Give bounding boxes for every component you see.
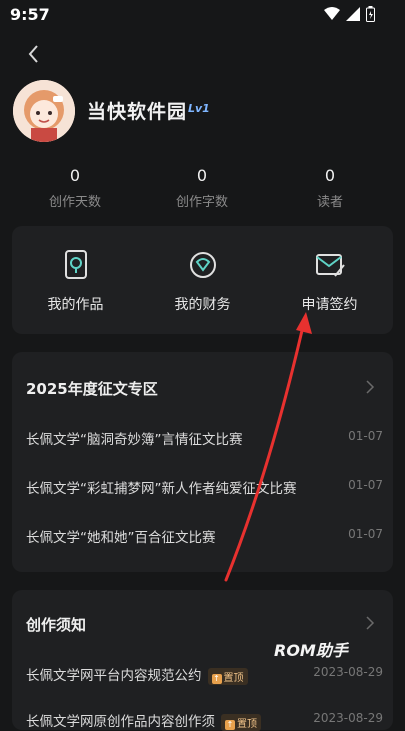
action-label: 我的作品 [47, 297, 104, 313]
notice-item-title: 长佩文学网平台内容规范公约 [26, 668, 202, 684]
contest-item-title: 长佩文学“她和她”百合征文比赛 [26, 530, 216, 546]
stat-creation-days: 0 创作天数 [15, 166, 135, 210]
stats-row: 0 创作天数 0 创作字数 0 读者 [0, 166, 405, 216]
stat-readers: 0 读者 [270, 166, 390, 210]
contest-item-title: 长佩文学“脑洞奇妙簿”言情征文比赛 [26, 432, 243, 448]
notice-item[interactable]: 长佩文学网平台内容规范公约 ↑ 置顶 2023-08-29 [26, 664, 383, 685]
apply-contract-button[interactable]: 申请签约 [266, 248, 393, 314]
stat-word-count: 0 创作字数 [142, 166, 262, 210]
avatar[interactable] [13, 80, 75, 142]
back-button[interactable] [22, 42, 46, 66]
chevron-left-icon [28, 45, 38, 63]
contest-item-date: 01-07 [348, 429, 383, 443]
signal-icon [346, 7, 360, 21]
stat-label: 创作字数 [175, 195, 228, 210]
contest-item-date: 01-07 [348, 478, 383, 492]
notice-item-date: 2023-08-29 [313, 665, 383, 679]
action-label: 申请签约 [301, 297, 358, 313]
chevron-right-icon[interactable] [365, 380, 375, 394]
chevron-right-icon[interactable] [365, 616, 375, 630]
sign-contract-icon [313, 248, 347, 282]
stat-label: 读者 [316, 195, 343, 210]
my-finance-button[interactable]: 我的财务 [139, 248, 266, 314]
avatar-icon [13, 80, 75, 142]
watermark: ROM助手 [274, 641, 348, 660]
section-title[interactable]: 2025年度征文专区 [26, 378, 158, 399]
notice-item-date: 2023-08-29 [313, 711, 383, 725]
notice-item-title: 长佩文学网原创作品内容创作须 [26, 714, 215, 730]
battery-icon [366, 6, 375, 22]
contest-card: 2025年度征文专区 长佩文学“脑洞奇妙簿”言情征文比赛 01-07 长佩文学“… [12, 352, 393, 572]
contest-item[interactable]: 长佩文学“彩虹捕梦网”新人作者纯爱征文比赛 01-07 [26, 477, 383, 497]
section-title[interactable]: 创作须知 [26, 614, 86, 635]
pinned-badge: ↑ 置顶 [207, 667, 248, 685]
username: 当快软件园 [87, 101, 188, 123]
notice-item[interactable]: 长佩文学网原创作品内容创作须 ↑ 置顶 2023-08-29 [26, 710, 383, 731]
contest-item[interactable]: 长佩文学“她和她”百合征文比赛 01-07 [26, 526, 383, 546]
pin-icon: ↑ [225, 719, 235, 730]
finance-icon [186, 248, 220, 282]
contest-item[interactable]: 长佩文学“脑洞奇妙簿”言情征文比赛 01-07 [26, 428, 383, 448]
stat-value: 0 [324, 166, 336, 185]
works-icon [59, 248, 93, 282]
stat-label: 创作天数 [48, 195, 101, 210]
contest-item-title: 长佩文学“彩虹捕梦网”新人作者纯爱征文比赛 [26, 481, 297, 497]
level-badge: Lv1 [188, 102, 210, 115]
action-label: 我的财务 [174, 297, 231, 313]
status-icons [324, 6, 375, 22]
stat-value: 0 [69, 166, 81, 185]
stat-value: 0 [196, 166, 208, 185]
wifi-icon [324, 7, 340, 20]
pinned-badge: ↑ 置顶 [221, 713, 261, 731]
status-time: 9:57 [10, 5, 50, 24]
actions-card: 我的作品 我的财务 申请签约 [12, 226, 393, 334]
contest-item-date: 01-07 [348, 527, 383, 541]
pin-icon: ↑ [211, 673, 222, 684]
my-works-button[interactable]: 我的作品 [12, 248, 139, 314]
status-bar: 9:57 [0, 0, 405, 30]
